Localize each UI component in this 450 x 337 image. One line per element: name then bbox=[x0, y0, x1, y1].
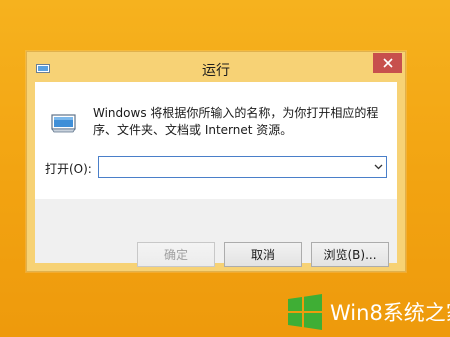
open-label: 打开(O): bbox=[45, 162, 92, 176]
open-input[interactable] bbox=[99, 157, 377, 177]
run-icon bbox=[51, 114, 76, 133]
windows-logo-icon bbox=[288, 294, 322, 330]
run-dialog: 运行 Windows 将根据你所输入的名称，为你打开相应的程序、文件夹、文档或 … bbox=[26, 51, 406, 272]
close-button[interactable] bbox=[373, 53, 402, 73]
title-bar[interactable]: 运行 bbox=[27, 52, 405, 82]
watermark: Win8系统之家 bbox=[286, 294, 450, 330]
close-icon bbox=[382, 58, 393, 68]
dialog-description: Windows 将根据你所输入的名称，为你打开相应的程序、文件夹、文档或 Int… bbox=[93, 106, 379, 137]
dialog-client-area: Windows 将根据你所输入的名称，为你打开相应的程序、文件夹、文档或 Int… bbox=[35, 82, 397, 267]
window-title: 运行 bbox=[202, 63, 230, 79]
cancel-button[interactable]: 取消 bbox=[224, 242, 302, 267]
watermark-text: Win8系统之家 bbox=[330, 301, 450, 325]
dialog-content: Windows 将根据你所输入的名称，为你打开相应的程序、文件夹、文档或 Int… bbox=[35, 82, 397, 199]
ok-button[interactable]: 确定 bbox=[137, 242, 215, 267]
chevron-down-icon[interactable] bbox=[374, 162, 383, 171]
browse-button[interactable]: 浏览(B)... bbox=[311, 242, 389, 267]
open-combobox[interactable] bbox=[98, 156, 387, 178]
